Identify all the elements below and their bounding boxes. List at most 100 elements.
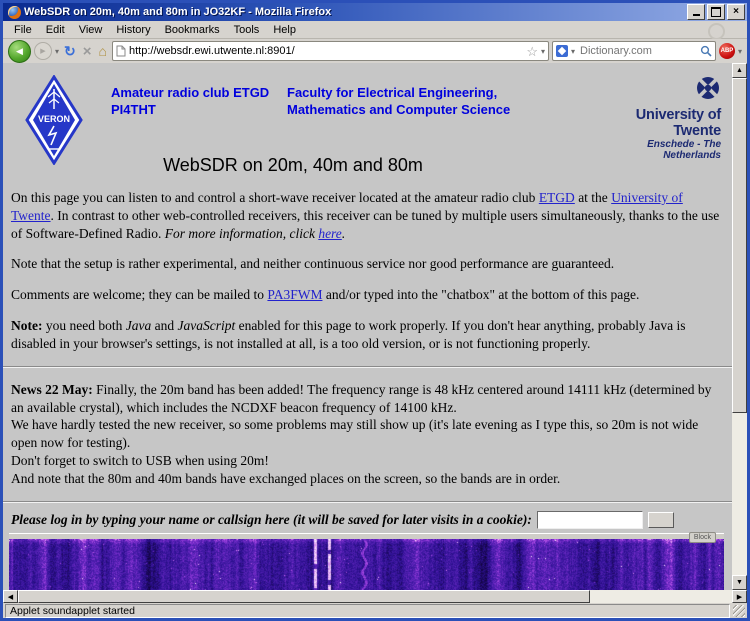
url-input[interactable]: [129, 45, 523, 57]
club-line2: PI4THT: [111, 102, 269, 119]
experimental-note: Note that the setup is rather experiment…: [11, 255, 724, 273]
comments-text-2: and/or typed into the "chatbox" at the b…: [322, 287, 639, 302]
menu-help[interactable]: Help: [266, 22, 303, 38]
etgd-link[interactable]: ETGD: [539, 190, 575, 205]
horizontal-scrollbar[interactable]: ◀ ▶: [3, 590, 747, 603]
block-button-top[interactable]: Block: [689, 532, 716, 543]
forward-icon: ▶: [40, 47, 45, 55]
location-bar[interactable]: ☆ ▾: [112, 41, 549, 61]
status-text: Applet soundapplet started: [5, 604, 730, 618]
page-icon: [116, 45, 126, 57]
intro-text-2: at the: [575, 190, 611, 205]
intro-italic: For more information, click: [165, 226, 319, 241]
faculty-name: Faculty for Electrical Engineering, Math…: [287, 85, 519, 119]
news-line-3: Don't forget to switch to USB when using…: [11, 452, 724, 470]
intro-end: .: [342, 226, 345, 241]
java-text-1: you need both: [42, 318, 125, 333]
forward-button[interactable]: ▶: [34, 42, 52, 60]
back-button[interactable]: ◀: [8, 40, 31, 63]
news-paragraph: News 22 May: Finally, the 20m band has b…: [11, 381, 724, 488]
login-submit-button[interactable]: [648, 512, 674, 528]
menu-view[interactable]: View: [72, 22, 110, 38]
divider: [3, 366, 732, 368]
vertical-scrollbar[interactable]: ▲ ▼: [732, 63, 747, 590]
divider: [3, 501, 732, 503]
minimize-button[interactable]: [687, 4, 705, 20]
menu-file[interactable]: File: [7, 22, 39, 38]
adblock-icon[interactable]: ABP: [719, 43, 735, 59]
title-bar[interactable]: WebSDR on 20m, 40m and 80m in JO32KF - M…: [3, 3, 747, 21]
maximize-icon: [711, 7, 721, 17]
news-line-4: And note that the 80m and 40m bands have…: [11, 470, 724, 488]
ut-name: University of Twente: [589, 107, 721, 139]
scroll-left-button[interactable]: ◀: [3, 590, 18, 603]
club-name: Amateur radio club ETGD PI4THT: [111, 85, 269, 119]
navigation-toolbar: ◀ ▶ ▾ ↻ × ⌂ ☆ ▾ ▾ ABP ▾: [3, 39, 747, 64]
search-icon[interactable]: [700, 45, 712, 57]
adblock-dropdown[interactable]: ▾: [738, 47, 742, 56]
ut-logo: University of Twente Enschede - The Neth…: [589, 75, 721, 161]
ut-subtitle: Enschede - The Netherlands: [589, 139, 721, 161]
scroll-right-button[interactable]: ▶: [732, 590, 747, 603]
search-engine-dropdown[interactable]: ▾: [571, 47, 575, 56]
scroll-down-button[interactable]: ▼: [732, 575, 747, 590]
firefox-icon: [8, 6, 21, 19]
veron-logo: VERON: [25, 75, 83, 165]
callsign-input[interactable]: [537, 511, 643, 529]
waterfall-80m-canvas[interactable]: [9, 539, 724, 590]
dictionary-glyph: [558, 47, 566, 55]
bookmark-star-icon[interactable]: ☆: [526, 45, 538, 58]
java-note: Note: you need both Java and JavaScript …: [11, 317, 724, 353]
java-italic: Java: [126, 318, 151, 333]
javascript-italic: JavaScript: [177, 318, 235, 333]
intro-paragraph: On this page you can listen to and contr…: [11, 189, 724, 242]
close-icon: ×: [733, 7, 739, 17]
page-header: VERON Amateur radio club ETGD PI4THT Fac…: [3, 63, 732, 155]
websdr-applet: Block 3580 3590 3600 3610 3620 Block: [9, 533, 724, 590]
menu-bookmarks[interactable]: Bookmarks: [158, 22, 227, 38]
news-label: News 22 May:: [11, 382, 93, 397]
intro-text-1: On this page you can listen to and contr…: [11, 190, 539, 205]
news-text-1: Finally, the 20m band has been added! Th…: [11, 382, 711, 415]
url-dropdown[interactable]: ▾: [541, 47, 545, 56]
ut-logo-icon: [695, 75, 721, 101]
news-line-1: News 22 May: Finally, the 20m band has b…: [11, 381, 724, 417]
back-icon: ◀: [16, 46, 23, 57]
vertical-scroll-thumb[interactable]: [732, 78, 747, 413]
page-title: WebSDR on 20m, 40m and 80m: [3, 155, 583, 176]
maximize-button[interactable]: [707, 4, 725, 20]
intro-text-3: . In contrast to other web-controlled re…: [11, 208, 719, 241]
menu-history[interactable]: History: [109, 22, 157, 38]
menu-bar: File Edit View History Bookmarks Tools H…: [3, 21, 747, 39]
menu-tools[interactable]: Tools: [227, 22, 267, 38]
browser-window: WebSDR on 20m, 40m and 80m in JO32KF - M…: [0, 0, 750, 621]
news-line-2: We have hardly tested the new receiver, …: [11, 416, 724, 452]
more-info-link[interactable]: here: [318, 226, 342, 241]
scroll-up-button[interactable]: ▲: [732, 63, 747, 78]
history-dropdown[interactable]: ▾: [55, 47, 59, 56]
note-label: Note:: [11, 318, 42, 333]
stop-button[interactable]: ×: [81, 43, 94, 60]
minimize-icon: [693, 6, 700, 16]
pa3fwm-link[interactable]: PA3FWM: [267, 287, 322, 302]
veron-label: VERON: [38, 114, 70, 124]
horizontal-scroll-thumb[interactable]: [18, 590, 590, 603]
login-row: Please log in by typing your name or cal…: [11, 511, 724, 529]
home-button[interactable]: ⌂: [97, 43, 109, 59]
resize-grip[interactable]: [733, 605, 745, 617]
search-input[interactable]: [578, 44, 697, 58]
search-bar[interactable]: ▾: [552, 41, 716, 61]
reload-button[interactable]: ↻: [62, 43, 78, 60]
comments-paragraph: Comments are welcome; they can be mailed…: [11, 286, 724, 304]
window-title: WebSDR on 20m, 40m and 80m in JO32KF - M…: [24, 6, 685, 18]
menu-edit[interactable]: Edit: [39, 22, 72, 38]
comments-text-1: Comments are welcome; they can be mailed…: [11, 287, 267, 302]
throbber-icon: [708, 23, 725, 40]
status-bar: Applet soundapplet started: [3, 603, 747, 618]
search-engine-icon[interactable]: [556, 45, 568, 57]
java-text-2: and: [151, 318, 177, 333]
close-button[interactable]: ×: [727, 4, 745, 20]
page-content: VERON Amateur radio club ETGD PI4THT Fac…: [3, 63, 732, 590]
login-label: Please log in by typing your name or cal…: [11, 512, 532, 528]
club-line1: Amateur radio club ETGD: [111, 85, 269, 102]
